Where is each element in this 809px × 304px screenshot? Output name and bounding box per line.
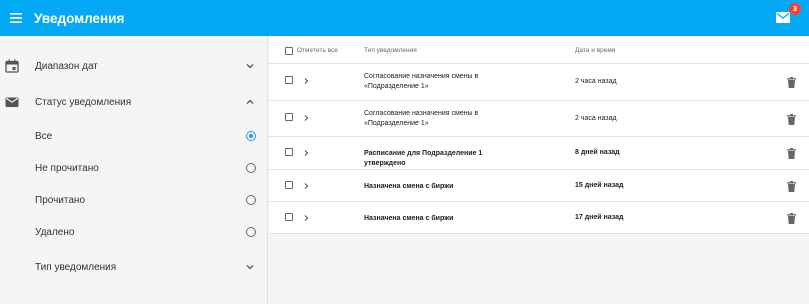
- chevron-up-icon: [246, 99, 254, 104]
- mail-icon: [776, 12, 790, 23]
- table-row[interactable]: Расписание для Подразделение 1 утвержден…: [269, 137, 809, 170]
- chevron-down-icon: [246, 265, 254, 270]
- status-section[interactable]: Статус уведомления: [0, 87, 268, 117]
- row-checkbox[interactable]: [285, 113, 293, 121]
- type-column-header: Тип уведомления: [364, 47, 417, 54]
- menu-icon: [10, 13, 22, 23]
- table-header: Отметить все Тип уведомления Дата и врем…: [269, 36, 809, 64]
- row-checkbox[interactable]: [285, 76, 293, 84]
- row-date: 2 часа назад: [575, 115, 617, 122]
- trash-icon[interactable]: [787, 114, 796, 125]
- menu-button[interactable]: [0, 0, 32, 36]
- radio-all[interactable]: [246, 131, 256, 141]
- status-option-unread[interactable]: Не прочитано: [0, 156, 268, 180]
- status-option-label: Все: [35, 130, 53, 142]
- trash-icon[interactable]: [787, 181, 796, 192]
- notifications-button[interactable]: 3: [775, 3, 801, 27]
- row-date: 15 дней назад: [575, 182, 624, 189]
- chevron-right-icon[interactable]: [302, 77, 310, 85]
- chevron-right-icon[interactable]: [302, 182, 310, 190]
- row-checkbox[interactable]: [285, 213, 293, 221]
- filter-sidebar: Диапазон дат Статус уведомления Все Не п…: [0, 36, 268, 304]
- status-option-read[interactable]: Прочитано: [0, 188, 268, 212]
- table-row[interactable]: Назначена смена с биржи 15 дней назад: [269, 170, 809, 202]
- chevron-right-icon[interactable]: [302, 149, 310, 157]
- trash-icon[interactable]: [787, 77, 796, 88]
- status-option-label: Удалено: [35, 226, 75, 238]
- status-option-all[interactable]: Все: [0, 124, 268, 148]
- radio-deleted[interactable]: [246, 227, 256, 237]
- status-option-label: Не прочитано: [35, 162, 99, 174]
- row-date: 2 часа назад: [575, 78, 617, 85]
- status-option-deleted[interactable]: Удалено: [0, 220, 268, 244]
- table-row[interactable]: Назначена смена с биржи 17 дней назад: [269, 202, 809, 234]
- chevron-right-icon[interactable]: [302, 114, 310, 122]
- row-date: 8 дней назад: [575, 149, 620, 156]
- select-all-label[interactable]: Отметить все: [297, 47, 338, 54]
- row-type: Согласование назначения смены в «Подразд…: [364, 73, 479, 90]
- unread-badge: 3: [789, 3, 801, 15]
- table-row[interactable]: Согласование назначения смены в «Подразд…: [269, 64, 809, 101]
- type-section[interactable]: Тип уведомления: [0, 252, 268, 282]
- radio-unread[interactable]: [246, 163, 256, 173]
- row-type: Назначена смена с биржи: [364, 215, 454, 222]
- row-checkbox[interactable]: [285, 148, 293, 156]
- notifications-panel: Отметить все Тип уведомления Дата и врем…: [269, 36, 809, 304]
- calendar-icon: [5, 59, 19, 73]
- select-all-checkbox[interactable]: [285, 47, 293, 55]
- row-type: Согласование назначения смены в «Подразд…: [364, 110, 479, 127]
- trash-icon[interactable]: [787, 213, 796, 224]
- mail-icon: [5, 97, 19, 107]
- app-bar: Уведомления 3: [0, 0, 809, 36]
- date-range-label: Диапазон дат: [35, 60, 98, 72]
- row-checkbox[interactable]: [285, 181, 293, 189]
- status-label: Статус уведомления: [35, 96, 132, 108]
- page-title: Уведомления: [34, 10, 125, 26]
- notifications-table: Отметить все Тип уведомления Дата и врем…: [269, 36, 809, 234]
- chevron-down-icon: [246, 64, 254, 69]
- row-type: Расписание для Подразделение 1 утвержден…: [364, 150, 483, 167]
- row-date: 17 дней назад: [575, 214, 624, 221]
- status-option-label: Прочитано: [35, 194, 85, 206]
- radio-read[interactable]: [246, 195, 256, 205]
- table-row[interactable]: Согласование назначения смены в «Подразд…: [269, 101, 809, 137]
- chevron-right-icon[interactable]: [302, 214, 310, 222]
- date-range-section[interactable]: Диапазон дат: [0, 51, 268, 81]
- date-column-header: Дата и время: [575, 47, 616, 54]
- type-label: Тип уведомления: [35, 261, 117, 273]
- trash-icon[interactable]: [787, 148, 796, 159]
- row-type: Назначена смена с биржи: [364, 183, 454, 190]
